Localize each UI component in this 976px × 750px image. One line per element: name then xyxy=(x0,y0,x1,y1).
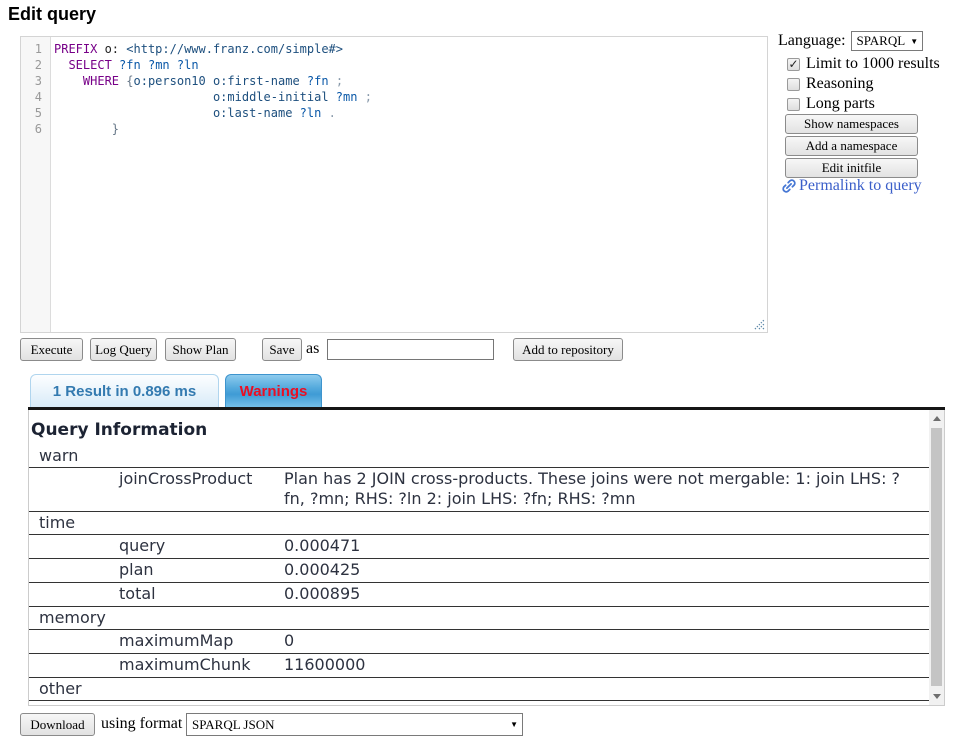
format-select-value: SPARQL JSON xyxy=(192,717,275,733)
query-information-panel: Query Information warnjoinCrossProductPl… xyxy=(28,410,945,706)
table-row-total: total0.000895 xyxy=(29,583,929,607)
editor-lines[interactable]: 1PREFIX o: <http://www.franz.com/simple#… xyxy=(21,37,767,137)
code-text: WHERE {o:person10 o:first-name ?fn ; xyxy=(47,73,343,89)
tab-results[interactable]: 1 Result in 0.896 ms xyxy=(30,374,219,407)
query-information-heading: Query Information xyxy=(31,420,944,440)
row-name: plan xyxy=(119,560,284,580)
query-editor[interactable]: 1PREFIX o: <http://www.franz.com/simple#… xyxy=(20,36,768,333)
row-value: 0.000425 xyxy=(284,560,929,580)
row-name: maximumChunk xyxy=(119,655,284,675)
code-line-5[interactable]: 5 o:last-name ?ln . xyxy=(21,105,767,121)
limit-results-row: ✓ Limit to 1000 results xyxy=(787,55,940,73)
reasoning-row: Reasoning xyxy=(787,75,874,93)
code-line-6[interactable]: 6 } xyxy=(21,121,767,137)
code-line-4[interactable]: 4 o:middle-initial ?mn ; xyxy=(21,89,767,105)
code-line-2[interactable]: 2 SELECT ?fn ?mn ?ln xyxy=(21,57,767,73)
save-name-input[interactable] xyxy=(327,339,494,360)
table-row-verb: verbselect xyxy=(29,701,929,706)
chain-link-icon xyxy=(781,178,797,194)
download-row: Download using format SPARQL JSON ▼ xyxy=(0,713,976,739)
row-value: 0 xyxy=(284,631,929,651)
language-select[interactable]: SPARQL ▼ xyxy=(851,31,923,51)
reasoning-checkbox[interactable] xyxy=(787,78,800,91)
show-plan-button[interactable]: Show Plan xyxy=(165,338,236,361)
line-number: 2 xyxy=(21,57,47,73)
edit-initfile-button[interactable]: Edit initfile xyxy=(785,158,918,178)
scroll-down-button[interactable] xyxy=(929,688,944,705)
table-row-maximumChunk: maximumChunk11600000 xyxy=(29,654,929,678)
arrow-up-icon xyxy=(933,416,941,421)
row-value: select xyxy=(284,702,929,706)
code-text: SELECT ?fn ?mn ?ln xyxy=(47,57,199,73)
long-parts-checkbox[interactable] xyxy=(787,98,800,111)
language-select-value: SPARQL xyxy=(857,33,906,49)
query-options-panel: Language: SPARQL ▼ ✓ Limit to 1000 resul… xyxy=(775,31,975,207)
arrow-down-icon xyxy=(933,694,941,699)
vertical-scrollbar[interactable] xyxy=(929,410,944,705)
row-name: query xyxy=(119,536,284,556)
long-parts-row: Long parts xyxy=(787,95,875,113)
table-row-query: query0.000471 xyxy=(29,535,929,559)
line-number: 6 xyxy=(21,121,47,137)
section-header-other: other xyxy=(29,678,929,701)
row-value: 11600000 xyxy=(284,655,929,675)
table-row-joinCrossProduct: joinCrossProductPlan has 2 JOIN cross-pr… xyxy=(29,468,929,512)
language-row: Language: SPARQL ▼ xyxy=(778,31,923,51)
execute-button[interactable]: Execute xyxy=(20,338,83,361)
line-number: 3 xyxy=(21,73,47,89)
scrollbar-thumb[interactable] xyxy=(931,428,942,686)
row-name: verb xyxy=(119,702,284,706)
dropdown-arrow-icon: ▼ xyxy=(910,37,918,46)
table-row-maximumMap: maximumMap0 xyxy=(29,630,929,654)
line-number: 5 xyxy=(21,105,47,121)
row-value: 0.000895 xyxy=(284,584,929,604)
code-text: o:last-name ?ln . xyxy=(47,105,336,121)
save-button[interactable]: Save xyxy=(262,338,302,361)
add-to-repository-button[interactable]: Add to repository xyxy=(513,338,623,361)
limit-results-label: Limit to 1000 results xyxy=(806,55,940,73)
add-namespace-button[interactable]: Add a namespace xyxy=(785,136,918,156)
code-line-3[interactable]: 3 WHERE {o:person10 o:first-name ?fn ; xyxy=(21,73,767,89)
row-name: joinCrossProduct xyxy=(119,469,284,509)
dropdown-arrow-icon: ▼ xyxy=(510,720,518,729)
format-select[interactable]: SPARQL JSON ▼ xyxy=(186,713,523,736)
query-information-table: warnjoinCrossProductPlan has 2 JOIN cros… xyxy=(29,445,929,706)
show-namespaces-button[interactable]: Show namespaces xyxy=(785,114,918,134)
line-number: 4 xyxy=(21,89,47,105)
resize-handle-icon[interactable] xyxy=(752,317,765,330)
code-text: } xyxy=(47,121,119,137)
limit-results-checkbox[interactable]: ✓ xyxy=(787,58,800,71)
permalink-row: Permalink to query xyxy=(781,177,922,195)
row-name: total xyxy=(119,584,284,604)
code-text: PREFIX o: <http://www.franz.com/simple#> xyxy=(47,41,343,57)
section-header-memory: memory xyxy=(29,607,929,630)
reasoning-label: Reasoning xyxy=(806,75,874,93)
row-value: Plan has 2 JOIN cross-products. These jo… xyxy=(284,469,929,509)
page-title: Edit query xyxy=(8,4,96,25)
log-query-button[interactable]: Log Query xyxy=(90,338,157,361)
row-value: 0.000471 xyxy=(284,536,929,556)
section-header-time: time xyxy=(29,512,929,535)
save-as-label: as xyxy=(306,340,319,358)
language-label: Language: xyxy=(778,32,846,50)
section-header-warn: warn xyxy=(29,445,929,468)
download-button[interactable]: Download xyxy=(20,713,95,736)
line-number: 1 xyxy=(21,41,47,57)
tab-warnings[interactable]: Warnings xyxy=(225,374,322,407)
scroll-up-button[interactable] xyxy=(929,410,944,427)
row-name: maximumMap xyxy=(119,631,284,651)
action-row: Execute Log Query Show Plan Save as Add … xyxy=(0,338,976,362)
table-row-plan: plan0.000425 xyxy=(29,559,929,583)
long-parts-label: Long parts xyxy=(806,95,875,113)
permalink-to-query-link[interactable]: Permalink to query xyxy=(799,177,922,195)
code-text: o:middle-initial ?mn ; xyxy=(47,89,372,105)
code-line-1[interactable]: 1PREFIX o: <http://www.franz.com/simple#… xyxy=(21,41,767,57)
using-format-label: using format xyxy=(101,715,182,733)
